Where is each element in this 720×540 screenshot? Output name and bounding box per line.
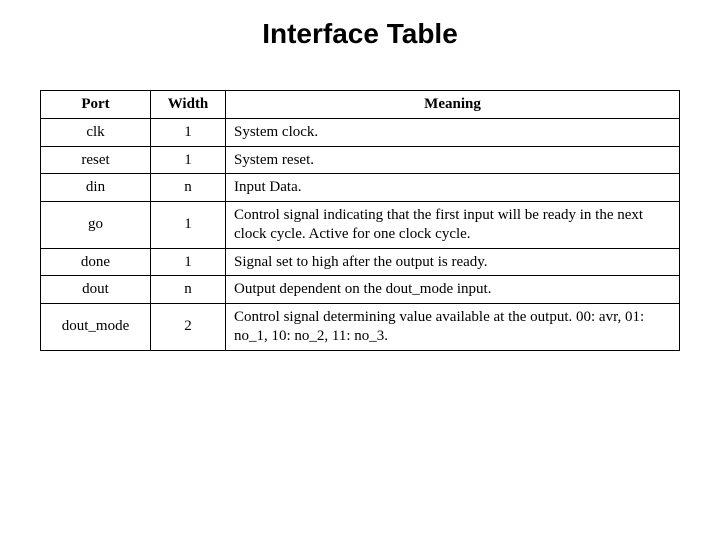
cell-width: 1: [151, 118, 226, 146]
cell-meaning: System reset.: [226, 146, 680, 174]
page-title: Interface Table: [40, 18, 680, 50]
col-header-port: Port: [41, 91, 151, 119]
table-row: reset 1 System reset.: [41, 146, 680, 174]
cell-meaning: Signal set to high after the output is r…: [226, 248, 680, 276]
cell-meaning: System clock.: [226, 118, 680, 146]
interface-table: Port Width Meaning clk 1 System clock. r…: [40, 90, 680, 351]
cell-port: reset: [41, 146, 151, 174]
page: Interface Table Port Width Meaning clk 1…: [0, 0, 720, 540]
cell-port: din: [41, 174, 151, 202]
cell-port: dout: [41, 276, 151, 304]
table-row: din n Input Data.: [41, 174, 680, 202]
col-header-meaning: Meaning: [226, 91, 680, 119]
table-row: go 1 Control signal indicating that the …: [41, 202, 680, 249]
cell-width: 1: [151, 248, 226, 276]
cell-meaning: Control signal indicating that the first…: [226, 202, 680, 249]
table-row: clk 1 System clock.: [41, 118, 680, 146]
cell-meaning: Input Data.: [226, 174, 680, 202]
cell-meaning: Output dependent on the dout_mode input.: [226, 276, 680, 304]
cell-width: 1: [151, 202, 226, 249]
cell-meaning: Control signal determining value availab…: [226, 304, 680, 351]
cell-port: done: [41, 248, 151, 276]
table-row: done 1 Signal set to high after the outp…: [41, 248, 680, 276]
cell-width: 1: [151, 146, 226, 174]
table-row: dout n Output dependent on the dout_mode…: [41, 276, 680, 304]
cell-port: dout_mode: [41, 304, 151, 351]
cell-width: n: [151, 174, 226, 202]
cell-port: clk: [41, 118, 151, 146]
table-row: dout_mode 2 Control signal determining v…: [41, 304, 680, 351]
col-header-width: Width: [151, 91, 226, 119]
cell-width: 2: [151, 304, 226, 351]
cell-port: go: [41, 202, 151, 249]
cell-width: n: [151, 276, 226, 304]
table-header-row: Port Width Meaning: [41, 91, 680, 119]
